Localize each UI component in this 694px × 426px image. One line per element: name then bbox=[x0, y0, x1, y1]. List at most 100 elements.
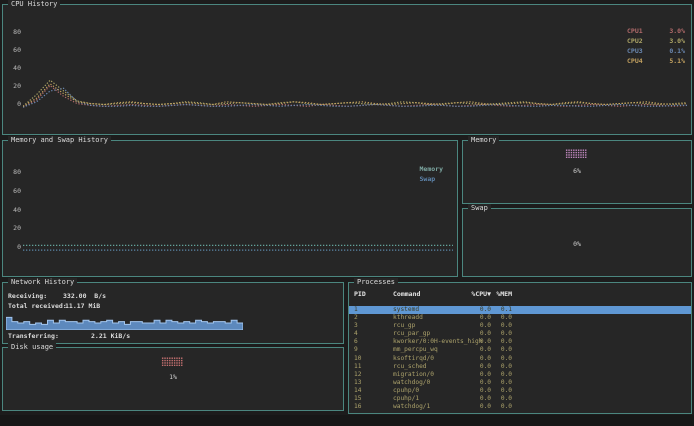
cell-mem: 0.0 bbox=[476, 338, 512, 346]
disk-usage-value: 1% bbox=[3, 373, 343, 381]
header-command[interactable]: Command bbox=[393, 290, 420, 299]
table-row[interactable]: 10ksoftirqd/00.00.0 bbox=[349, 355, 691, 363]
memory-gauge-panel: Memory 6% bbox=[462, 140, 692, 204]
cell-mem: 0.0 bbox=[476, 395, 512, 403]
disk-usage-dots bbox=[161, 357, 182, 366]
swap-gauge-value: 0% bbox=[463, 240, 691, 248]
cell-cmd: systemd bbox=[393, 306, 419, 314]
cell-pid: 13 bbox=[354, 379, 361, 387]
cpu-ytick-40: 40 bbox=[7, 65, 21, 72]
cpu-legend-item: CPU45.1% bbox=[627, 56, 685, 66]
cpu-history-chart bbox=[23, 11, 687, 113]
cpu-ytick-0: 0 bbox=[7, 101, 21, 108]
memory-gauge-dots bbox=[565, 149, 586, 158]
cell-cmd: mm_percpu_wq bbox=[393, 346, 438, 354]
cell-pid: 12 bbox=[354, 371, 361, 379]
memswap-legend-item: Memory bbox=[420, 164, 443, 174]
receiving-value: 332.00 B/s bbox=[63, 292, 106, 300]
memory-swap-history-title: Memory and Swap History bbox=[8, 136, 111, 145]
cell-cmd: cpuhp/1 bbox=[393, 395, 419, 403]
table-row[interactable]: 9mm_percpu_wq0.00.0 bbox=[349, 346, 691, 354]
header-mem[interactable]: %MEM bbox=[476, 290, 512, 299]
memory-swap-chart bbox=[23, 149, 453, 261]
cell-pid: 15 bbox=[354, 395, 361, 403]
table-row[interactable]: 2kthreadd0.00.0 bbox=[349, 314, 691, 322]
total-received-label: Total received: bbox=[8, 302, 67, 310]
table-row[interactable]: 16watchdog/10.00.0 bbox=[349, 403, 691, 411]
cell-mem: 0.0 bbox=[476, 403, 512, 411]
table-row[interactable]: 3rcu_gp0.00.0 bbox=[349, 322, 691, 330]
cell-mem: 0.0 bbox=[476, 363, 512, 371]
cell-cmd: kthreadd bbox=[393, 314, 423, 322]
memswap-ytick-80: 80 bbox=[7, 169, 21, 176]
memswap-ytick-60: 60 bbox=[7, 188, 21, 195]
cell-pid: 16 bbox=[354, 403, 361, 411]
memory-gauge-value: 6% bbox=[463, 167, 691, 175]
cpu-history-title: CPU History bbox=[8, 0, 60, 9]
cpu-legend-item: CPU30.1% bbox=[627, 46, 685, 56]
table-row[interactable]: 12migration/00.00.0 bbox=[349, 371, 691, 379]
memswap-ytick-40: 40 bbox=[7, 207, 21, 214]
transferring-label: Transferring: bbox=[8, 332, 59, 340]
table-row[interactable]: 13watchdog/00.00.0 bbox=[349, 379, 691, 387]
table-row[interactable]: 4rcu_par_gp0.00.0 bbox=[349, 330, 691, 338]
bottom-margin bbox=[0, 415, 694, 426]
processes-title: Processes bbox=[354, 278, 398, 287]
cell-mem: 0.0 bbox=[476, 322, 512, 330]
cpu-ytick-80: 80 bbox=[7, 29, 21, 36]
table-row[interactable]: 1systemd0.00.1 bbox=[349, 306, 691, 314]
disk-usage-title: Disk usage bbox=[8, 343, 56, 352]
cpu-legend: CPU13.0%CPU23.0%CPU30.1%CPU45.1% bbox=[627, 26, 685, 66]
cpu-legend-item: CPU13.0% bbox=[627, 26, 685, 36]
memswap-ytick-20: 20 bbox=[7, 225, 21, 232]
cell-pid: 6 bbox=[354, 338, 358, 346]
processes-panel: Processes PID Command %CPU▼ %MEM 1system… bbox=[348, 282, 692, 414]
cell-cmd: migration/0 bbox=[393, 371, 434, 379]
memswap-ytick-0: 0 bbox=[7, 244, 21, 251]
cell-pid: 9 bbox=[354, 346, 358, 354]
cpu-ytick-60: 60 bbox=[7, 47, 21, 54]
cpu-ytick-20: 20 bbox=[7, 83, 21, 90]
cell-pid: 4 bbox=[354, 330, 358, 338]
cell-pid: 10 bbox=[354, 355, 361, 363]
header-pid[interactable]: PID bbox=[354, 290, 366, 299]
network-history-panel: Network History Receiving: 332.00 B/s To… bbox=[2, 282, 344, 344]
cpu-legend-item: CPU23.0% bbox=[627, 36, 685, 46]
cell-mem: 0.0 bbox=[476, 379, 512, 387]
memory-gauge-title: Memory bbox=[468, 136, 499, 145]
cell-cmd: rcu_sched bbox=[393, 363, 427, 371]
table-row[interactable]: 6kworker/0:0H-events_high0.00.0 bbox=[349, 338, 691, 346]
swap-gauge-title: Swap bbox=[468, 204, 491, 213]
network-history-title: Network History bbox=[8, 278, 77, 287]
cell-mem: 0.0 bbox=[476, 314, 512, 322]
cell-pid: 2 bbox=[354, 314, 358, 322]
receiving-label: Receiving: bbox=[8, 292, 47, 300]
cell-mem: 0.0 bbox=[476, 371, 512, 379]
cell-mem: 0.0 bbox=[476, 355, 512, 363]
process-table-header: PID Command %CPU▼ %MEM bbox=[349, 290, 691, 299]
swap-gauge-panel: Swap 0% bbox=[462, 208, 692, 277]
cell-pid: 11 bbox=[354, 363, 361, 371]
process-rows: 1systemd0.00.12kthreadd0.00.03rcu_gp0.00… bbox=[349, 306, 691, 411]
disk-usage-panel: Disk usage 1% bbox=[2, 347, 344, 411]
cell-pid: 14 bbox=[354, 387, 361, 395]
table-row[interactable]: 14cpuhp/00.00.0 bbox=[349, 387, 691, 395]
table-row[interactable]: 15cpuhp/10.00.0 bbox=[349, 395, 691, 403]
cell-cmd: watchdog/1 bbox=[393, 403, 430, 411]
transferring-value: 2.21 KiB/s bbox=[91, 332, 130, 340]
network-receive-graph bbox=[6, 313, 243, 330]
cell-mem: 0.0 bbox=[476, 330, 512, 338]
cell-cmd: ksoftirqd/0 bbox=[393, 355, 434, 363]
cell-cmd: cpuhp/0 bbox=[393, 387, 419, 395]
cell-cmd: rcu_par_gp bbox=[393, 330, 430, 338]
table-row[interactable]: 11rcu_sched0.00.0 bbox=[349, 363, 691, 371]
cell-pid: 1 bbox=[354, 306, 358, 314]
cell-mem: 0.0 bbox=[476, 346, 512, 354]
memswap-legend-item: Swap bbox=[420, 174, 443, 184]
cell-cmd: rcu_gp bbox=[393, 322, 415, 330]
memory-swap-legend: MemorySwap bbox=[420, 164, 443, 184]
total-received-value: 11.17 MiB bbox=[65, 302, 100, 310]
cell-pid: 3 bbox=[354, 322, 358, 330]
cpu-history-panel: CPU History 80 60 40 20 0 CPU13.0%CPU23.… bbox=[2, 4, 692, 135]
memory-swap-history-panel: Memory and Swap History 80 60 40 20 0 Me… bbox=[2, 140, 458, 277]
